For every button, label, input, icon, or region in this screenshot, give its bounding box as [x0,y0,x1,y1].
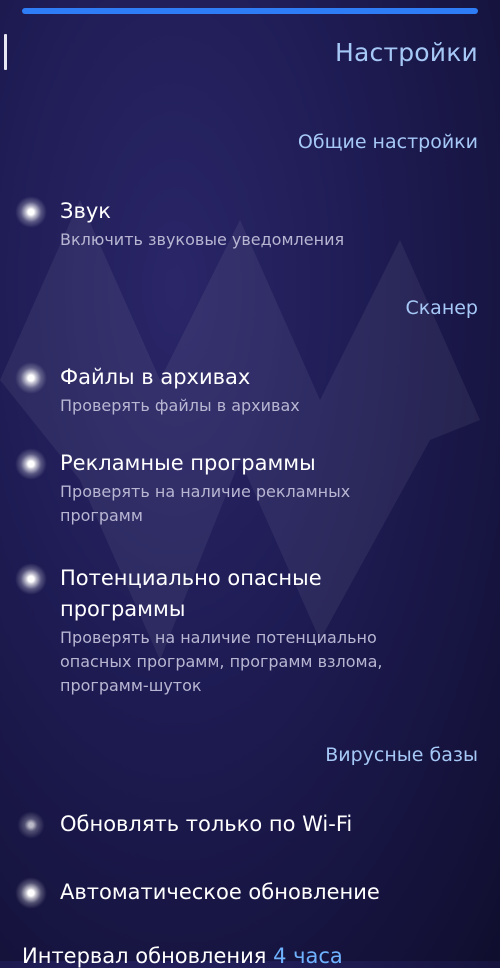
setting-riskware-title: Потенциально опасные программы [60,566,322,621]
setting-wifi-only[interactable]: Обновлять только по Wi-Fi [60,809,478,840]
update-interval-value[interactable]: 4 часа [273,944,343,968]
toggle-archives[interactable] [15,362,47,394]
section-virus-db: Вирусные базы [325,744,478,766]
section-scanner: Сканер [405,297,478,319]
toggle-riskware[interactable] [15,563,47,595]
setting-riskware-subtitle: Проверять на наличие потенциально опасны… [60,628,383,695]
toggle-sound[interactable] [15,196,47,228]
toggle-adware[interactable] [15,448,47,480]
setting-riskware[interactable]: Потенциально опасные программы Проверять… [60,563,420,698]
update-interval-row[interactable]: Интервал обновления 4 часа [22,944,343,968]
page-title: Настройки [335,38,478,67]
setting-auto-update-title: Автоматическое обновление [60,880,380,904]
focus-cursor [4,34,7,70]
setting-auto-update[interactable]: Автоматическое обновление [60,877,478,908]
setting-adware-title: Рекламные программы [60,451,316,475]
setting-adware-subtitle: Проверять на наличие рекламных программ [60,482,351,525]
section-general: Общие настройки [297,131,478,153]
setting-archives[interactable]: Файлы в архивах Проверять файлы в архива… [60,362,478,418]
setting-sound[interactable]: Звук Включить звуковые уведомления [60,196,478,252]
setting-sound-subtitle: Включить звуковые уведомления [60,230,345,249]
progress-bar [22,8,478,14]
setting-wifi-only-title: Обновлять только по Wi-Fi [60,812,353,836]
setting-adware[interactable]: Рекламные программы Проверять на наличие… [60,448,380,528]
setting-archives-title: Файлы в архивах [60,365,251,389]
setting-archives-subtitle: Проверять файлы в архивах [60,396,300,415]
toggle-auto-update[interactable] [15,877,47,909]
toggle-wifi-only[interactable] [15,809,47,841]
setting-sound-title: Звук [60,199,111,223]
update-interval-label: Интервал обновления [22,944,267,968]
